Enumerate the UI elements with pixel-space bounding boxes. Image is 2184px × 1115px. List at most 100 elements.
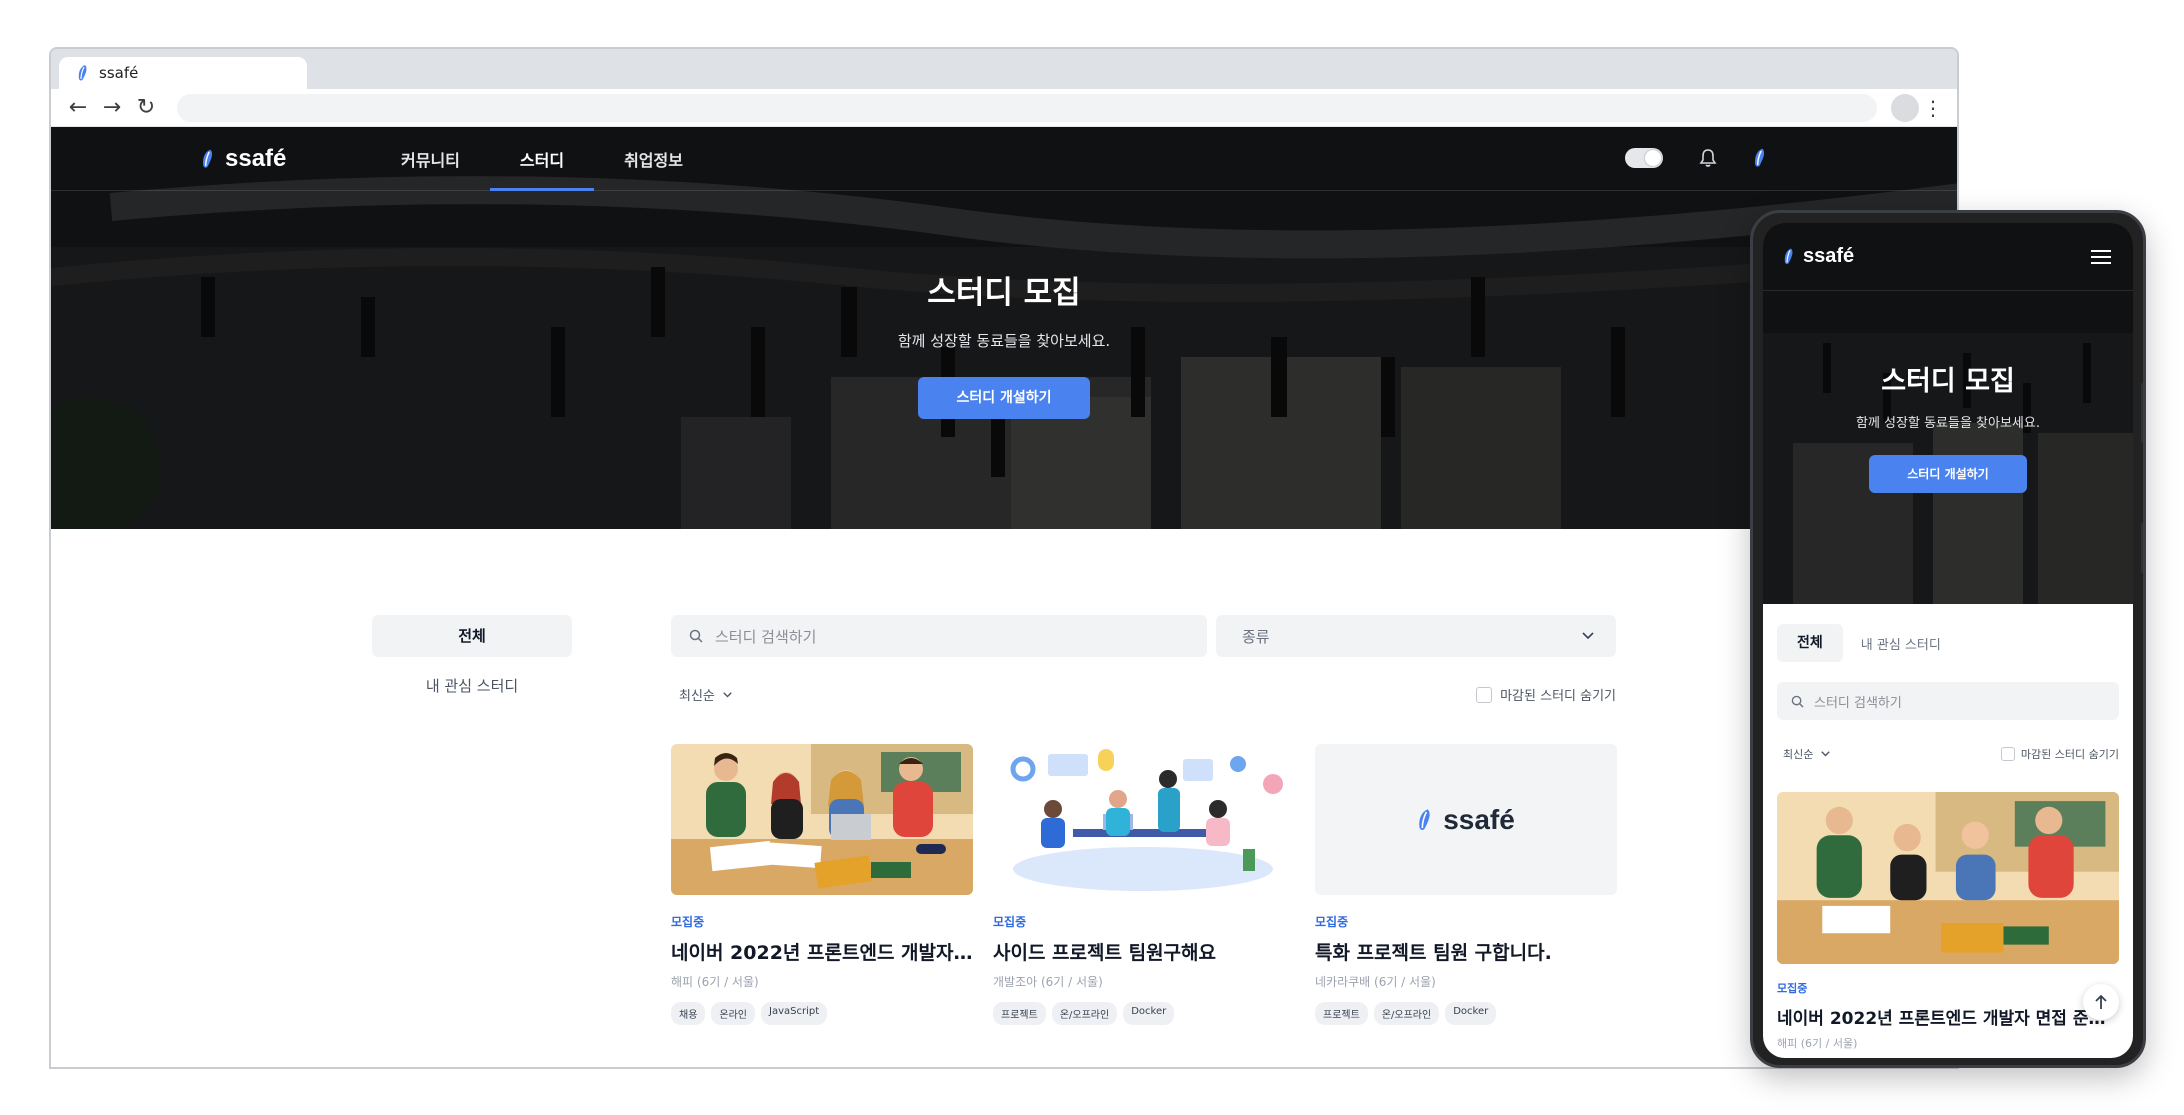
card-thumbnail xyxy=(993,744,1295,895)
card-title[interactable]: 사이드 프로젝트 팀원구해요 xyxy=(993,938,1295,965)
study-card[interactable]: 모집중 네이버 2022년 프론트엔드 개발자 면접 준비 스터디 해피 (6기… xyxy=(671,744,973,1025)
mobile-hero-subtitle: 함께 성장할 동료들을 찾아보세요. xyxy=(1856,416,2040,431)
back-arrow-icon[interactable]: ← xyxy=(61,93,95,123)
card-logo-text: ssafé xyxy=(1443,803,1515,835)
chevron-down-icon xyxy=(1582,632,1594,640)
hamburger-menu-icon[interactable] xyxy=(2091,249,2111,264)
mobile-hide-closed-toggle[interactable]: 마감된 스터디 숨기기 xyxy=(2000,746,2119,762)
study-list-section: 전체 내 관심 스터디 스터디 검색하기 종류 최신순 마감된 스터디 숨기기 … xyxy=(51,529,1957,1067)
address-bar[interactable] xyxy=(177,93,1877,122)
browser-tab[interactable]: ssafé xyxy=(59,57,307,89)
tag-chip[interactable]: 온/오프라인 xyxy=(1373,1002,1440,1025)
mobile-hide-closed-label: 마감된 스터디 숨기기 xyxy=(2020,748,2119,761)
meeting-illustration xyxy=(671,744,973,895)
tag-chip[interactable]: JavaScript xyxy=(761,1002,828,1025)
sidebar-item-my-studies[interactable]: 내 관심 스터디 xyxy=(372,675,572,696)
theme-toggle[interactable] xyxy=(1625,148,1663,168)
mobile-sort-dropdown[interactable]: 최신순 xyxy=(1783,746,1831,762)
browser-toolbar: ← → ↻ ⋮ xyxy=(51,89,1957,127)
sort-value: 최신순 xyxy=(679,689,715,704)
hide-closed-checkbox[interactable] xyxy=(1476,686,1493,703)
sort-dropdown[interactable]: 최신순 xyxy=(671,685,732,704)
study-card[interactable]: 모집중 사이드 프로젝트 팀원구해요 개발조아 (6기 / 서울) 프로젝트 온… xyxy=(993,744,1295,1025)
card-author: 네카라쿠배 (6기 / 서울) xyxy=(1315,975,1436,989)
mobile-card-author: 해피 (6기 / 서울) xyxy=(1777,1037,1858,1050)
card-title[interactable]: 네이버 2022년 프론트엔드 개발자 면접 준비 스터디 xyxy=(671,938,973,965)
chevron-down-icon xyxy=(723,691,732,697)
tag-chip[interactable]: 채용 xyxy=(671,1002,706,1025)
ssafe-bean-icon xyxy=(1419,808,1430,830)
card-tags: 프로젝트 온/오프라인 Docker xyxy=(1315,1002,1617,1025)
study-list-main: 스터디 검색하기 종류 최신순 마감된 스터디 숨기기 모집중 네이버 2022… xyxy=(671,615,1617,1025)
create-study-button[interactable]: 스터디 개설하기 xyxy=(918,377,1090,419)
nav-jobs[interactable]: 취업정보 xyxy=(594,127,713,191)
scroll-to-top-button[interactable] xyxy=(2083,984,2119,1020)
card-tags: 프로젝트 온/오프라인 Docker xyxy=(993,1002,1295,1025)
mobile-search-input[interactable]: 스터디 검색하기 xyxy=(1777,682,2119,720)
bell-icon[interactable] xyxy=(1699,148,1717,168)
study-card-grid: 모집중 네이버 2022년 프론트엔드 개발자 면접 준비 스터디 해피 (6기… xyxy=(671,744,1617,1025)
card-thumbnail: ssafé xyxy=(1315,744,1617,895)
search-icon xyxy=(1791,695,1804,708)
tag-chip[interactable]: 프로젝트 xyxy=(993,1002,1046,1025)
search-icon xyxy=(689,629,703,643)
browser-menu-icon[interactable]: ⋮ xyxy=(1919,96,1947,120)
mobile-status-badge: 모집중 xyxy=(1777,982,1808,995)
mobile-logo[interactable]: ssafé xyxy=(1783,245,1854,268)
browser-profile-icon[interactable] xyxy=(1891,93,1919,122)
mobile-hide-closed-checkbox[interactable] xyxy=(2000,747,2015,761)
reload-icon[interactable]: ↻ xyxy=(129,93,163,123)
forward-arrow-icon[interactable]: → xyxy=(95,93,129,123)
status-badge: 모집중 xyxy=(1315,915,1349,929)
search-row: 스터디 검색하기 종류 xyxy=(671,615,1616,657)
study-search-input[interactable]: 스터디 검색하기 xyxy=(671,615,1207,657)
profile-avatar-icon[interactable] xyxy=(1753,147,1767,169)
hero-subtitle: 함께 성장할 동료들을 찾아보세요. xyxy=(897,332,1111,350)
tag-chip[interactable]: 프로젝트 xyxy=(1315,1002,1368,1025)
hide-closed-label: 마감된 스터디 숨기기 xyxy=(1500,689,1616,704)
header-actions xyxy=(1625,147,1767,169)
mobile-card-title[interactable]: 네이버 2022년 프론트엔드 개발자 면접 준비 스터디 xyxy=(1777,1004,2119,1029)
mobile-filter-row: 최신순 마감된 스터디 숨기기 xyxy=(1783,746,2119,762)
filter-row: 최신순 마감된 스터디 숨기기 xyxy=(671,685,1616,704)
sidebar-item-all[interactable]: 전체 xyxy=(372,615,572,657)
status-badge: 모집중 xyxy=(993,915,1027,929)
tag-chip[interactable]: Docker xyxy=(1445,1002,1497,1025)
mobile-tabs: 전체 내 관심 스터디 xyxy=(1763,604,2133,662)
category-select-value: 종류 xyxy=(1242,627,1270,646)
desktop-browser-window: ssafé ← → ↻ ⋮ ssafé 커뮤니티 스터디 취업정보 스터디 모집… xyxy=(49,47,1959,1069)
hero-title: 스터디 모집 xyxy=(927,275,1081,311)
mobile-search-placeholder: 스터디 검색하기 xyxy=(1814,695,1902,711)
category-select[interactable]: 종류 xyxy=(1216,615,1616,657)
tag-chip[interactable]: Docker xyxy=(1123,1002,1175,1025)
card-logo: ssafé xyxy=(1417,804,1515,836)
nav-community[interactable]: 커뮤니티 xyxy=(371,127,490,191)
ssafe-logo-icon xyxy=(78,65,87,81)
nav-study[interactable]: 스터디 xyxy=(489,127,595,191)
sidebar: 전체 내 관심 스터디 xyxy=(372,615,572,696)
site-logo[interactable]: ssafé xyxy=(201,145,286,173)
mobile-card-thumbnail[interactable] xyxy=(1777,792,2119,964)
phone-side-button xyxy=(2141,383,2143,443)
card-title[interactable]: 특화 프로젝트 팀원 구합니다. xyxy=(1315,938,1617,965)
card-author: 개발조아 (6기 / 서울) xyxy=(993,975,1103,989)
card-tags: 채용 온라인 JavaScript xyxy=(671,1002,973,1025)
browser-tab-title: ssafé xyxy=(99,64,139,82)
mobile-logo-text: ssafé xyxy=(1803,245,1855,267)
site-header: ssafé 커뮤니티 스터디 취업정보 xyxy=(51,127,1957,191)
mobile-sort-value: 최신순 xyxy=(1783,748,1814,761)
mobile-tab-all[interactable]: 전체 xyxy=(1777,624,1843,662)
study-card[interactable]: ssafé 모집중 특화 프로젝트 팀원 구합니다. 네카라쿠배 (6기 / 서… xyxy=(1315,744,1617,1025)
hero-banner: ssafé 커뮤니티 스터디 취업정보 스터디 모집 함께 성장할 동료들을 찾… xyxy=(51,127,1957,529)
tag-chip[interactable]: 온라인 xyxy=(711,1002,756,1025)
hero-content: 스터디 모집 함께 성장할 동료들을 찾아보세요. 스터디 개설하기 xyxy=(51,267,1957,419)
tag-chip[interactable]: 온/오프라인 xyxy=(1051,1002,1118,1025)
mobile-tab-my-studies[interactable]: 내 관심 스터디 xyxy=(1861,634,1941,653)
ssafe-bean-icon xyxy=(1784,248,1793,264)
mobile-hero-content: 스터디 모집 함께 성장할 동료들을 찾아보세요. 스터디 개설하기 xyxy=(1763,359,2133,493)
card-thumbnail xyxy=(671,744,973,895)
arrow-up-icon xyxy=(2095,994,2107,1009)
mobile-create-study-button[interactable]: 스터디 개설하기 xyxy=(1869,455,2027,493)
ssafe-bean-icon xyxy=(203,149,213,168)
hide-closed-toggle[interactable]: 마감된 스터디 숨기기 xyxy=(1476,685,1616,704)
